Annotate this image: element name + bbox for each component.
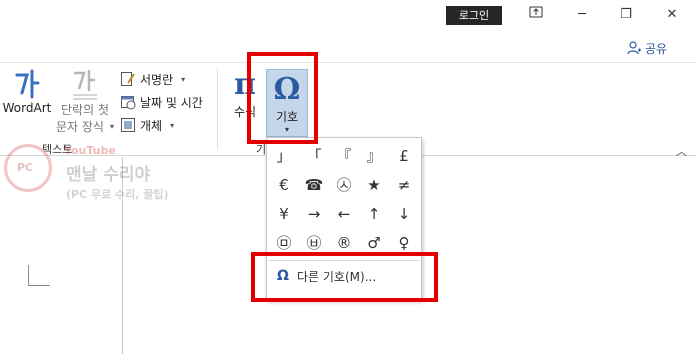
highlight-box-symbol [247,52,318,144]
symbol-cell[interactable]: £ [389,141,419,170]
object-label: 개체 [140,118,163,133]
pc-badge-logo: PC [4,144,52,192]
title-bar: 로그인 ─ ❐ ✕ [0,0,696,32]
drop-cap-button[interactable]: 단락의 첫 문자 장식 ▾ [52,67,118,135]
signature-line-label: 서명란 [140,72,174,87]
restore-button[interactable]: ❐ [612,4,640,26]
date-time-label: 날짜 및 시간 [140,95,203,110]
signature-icon [120,71,136,87]
symbol-cell[interactable]: ← [329,199,359,228]
minimize-button[interactable]: ─ [568,4,596,26]
highlight-box-more-symbols [251,252,438,302]
symbol-cell[interactable]: 』 [359,141,389,170]
share-label: 공유 [645,41,668,56]
symbol-cell[interactable]: → [299,199,329,228]
share-button[interactable]: 공유 [626,38,667,58]
wordart-button[interactable]: WordArt [2,67,52,115]
chevron-down-icon: ▾ [109,122,114,131]
symbol-cell[interactable]: 『 [329,141,359,170]
object-icon [120,117,136,133]
group-divider [217,69,218,149]
person-add-icon [627,41,641,55]
channel-watermark: PC YouTube 맨날 수리야 (PC 무료 수리, 꿀팁) [4,140,184,208]
symbol-cell[interactable]: 「 [299,141,329,170]
text-boundary-corner [28,265,50,286]
symbol-cell[interactable]: ★ [359,170,389,199]
symbol-grid: 」「『』 £ € ☎ ㉦ ★ ≠ ¥ → ← ↑ ↓ ㉤㉥ ® ♂ ♀ [269,141,419,257]
youtube-logo-text: YouTube [64,144,116,157]
watermark-title: 맨날 수리야 [66,165,151,185]
wordart-label: WordArt [2,101,52,115]
chevron-down-icon: ▾ [170,120,175,130]
chevron-down-icon: ▾ [181,74,186,84]
drop-cap-label-line1: 단락의 첫 [61,103,109,117]
symbol-cell[interactable]: € [269,170,299,199]
close-button[interactable]: ✕ [658,4,686,26]
signature-line-button[interactable]: 서명란 ▾ [120,69,185,89]
watermark-subtitle: (PC 무료 수리, 꿀팁) [66,188,169,201]
symbol-cell[interactable]: ↓ [389,199,419,228]
symbol-cell[interactable]: 」 [269,141,299,170]
wordart-icon [15,69,40,99]
drop-cap-label-line2: 문자 장식 [56,120,104,134]
symbol-cell[interactable]: ㉦ [329,170,359,199]
date-time-button[interactable]: 날짜 및 시간 [120,92,203,112]
drop-cap-icon [73,70,97,100]
login-button[interactable]: 로그인 [446,6,502,25]
ribbon-display-options-button[interactable] [522,4,550,26]
symbol-cell[interactable]: ≠ [389,170,419,199]
symbol-cell[interactable]: ☎ [299,170,329,199]
symbol-cell[interactable]: ↑ [359,199,389,228]
ribbon-display-icon [529,6,543,18]
symbol-cell[interactable]: ¥ [269,199,299,228]
object-button[interactable]: 개체 ▾ [120,115,174,135]
calendar-icon [120,94,136,110]
